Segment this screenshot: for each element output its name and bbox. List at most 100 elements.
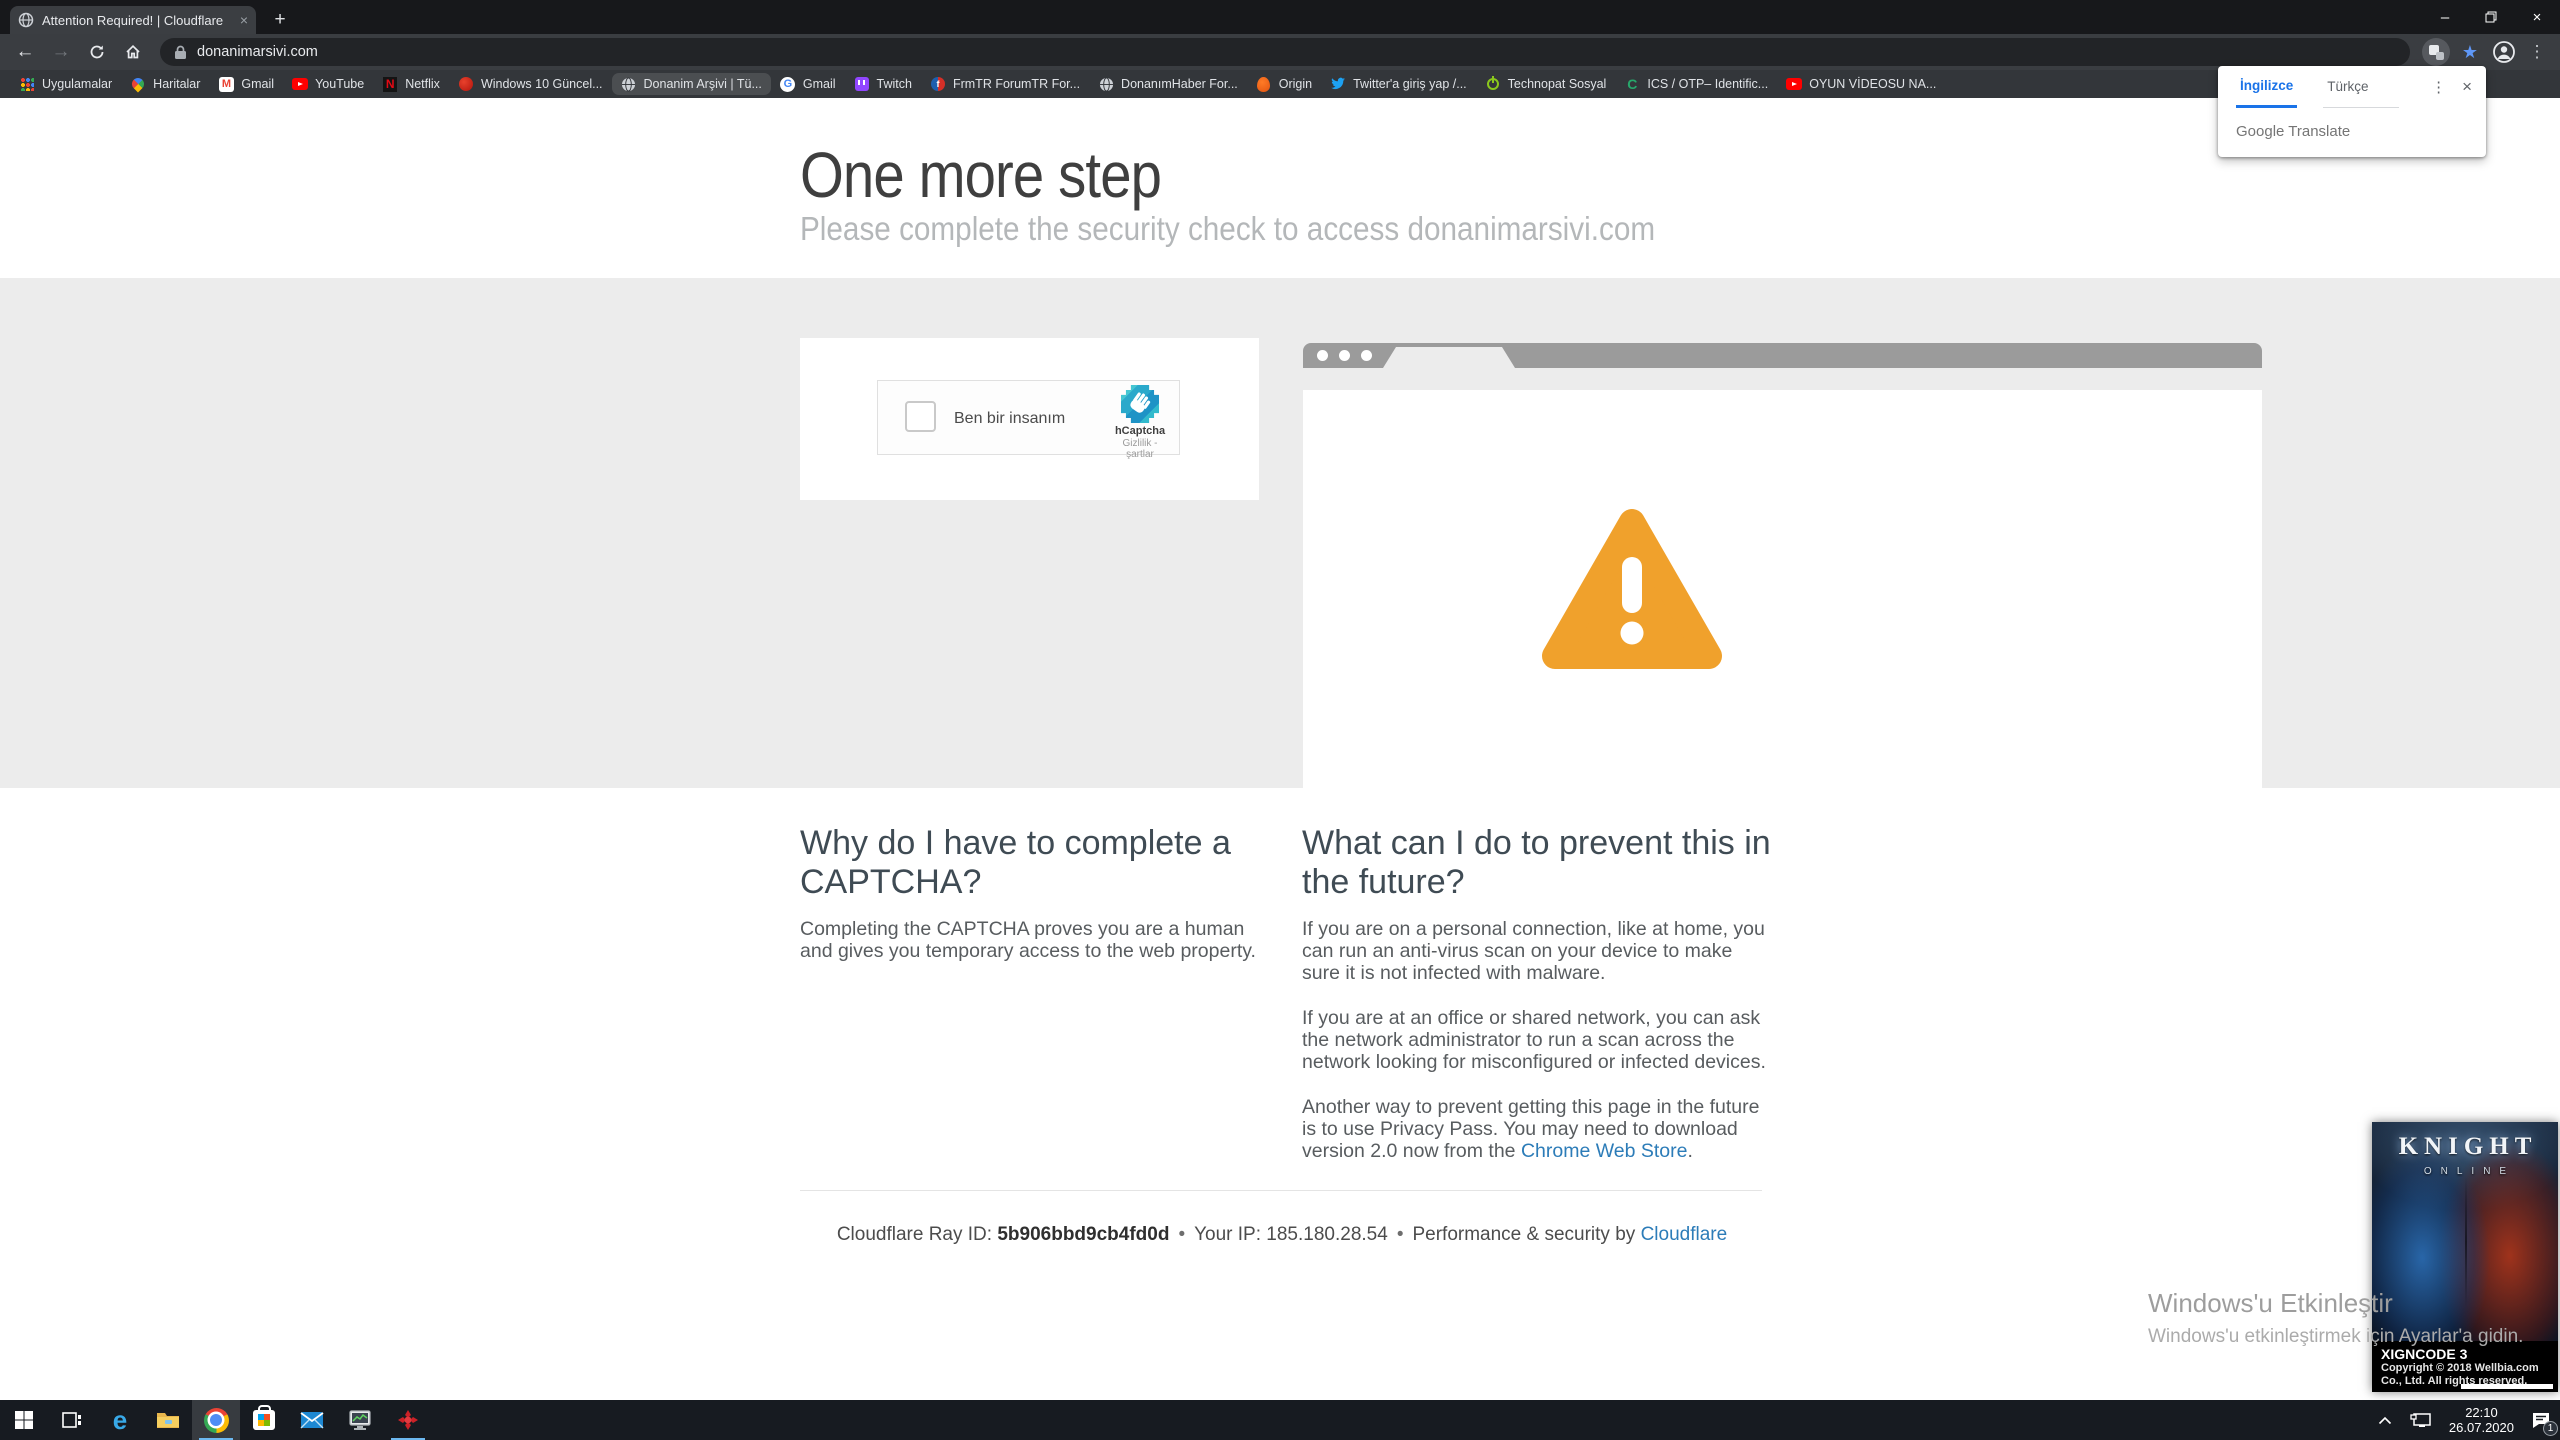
new-tab-button[interactable]: + xyxy=(268,8,292,32)
translate-tab-english[interactable]: İngilizce xyxy=(2236,66,2298,108)
bookmark-ics-otp[interactable]: ICS / OTP– Identific... xyxy=(1615,73,1777,95)
bookmark-donanimhaber[interactable]: DonanımHaber For... xyxy=(1089,73,1247,95)
twitter-icon xyxy=(1330,76,1346,92)
hcaptcha-checkbox-label: Ben bir insanım xyxy=(954,409,1066,427)
power-icon xyxy=(1485,76,1501,92)
back-icon[interactable]: ← xyxy=(10,37,40,67)
bookmark-apps[interactable]: Uygulamalar xyxy=(10,73,121,95)
page-subtitle: Please complete the security check to ac… xyxy=(800,210,1656,247)
mockup-tab-shape xyxy=(1383,347,1515,368)
prevent-paragraph-1: If you are on a personal connection, lik… xyxy=(1302,918,1765,984)
bookmark-donanim-arsivi[interactable]: Donanim Arşivi | Tü... xyxy=(611,73,771,95)
minimize-button[interactable]: – xyxy=(2422,0,2468,34)
footer-divider xyxy=(800,1190,1762,1191)
twitch-icon xyxy=(854,76,870,92)
bookmark-star-icon[interactable]: ★ xyxy=(2456,42,2484,63)
mail-icon[interactable] xyxy=(288,1400,336,1440)
loading-bar xyxy=(2461,1384,2553,1389)
reload-icon[interactable] xyxy=(82,37,112,67)
network-icon[interactable] xyxy=(2401,1400,2441,1440)
browser-toolbar: ← → donanimarsivi.com ★ ⋮ xyxy=(0,34,2560,70)
windows-activation-watermark: Windows'u Etkinleştir Windows'u etkinleş… xyxy=(2148,1288,2524,1347)
system-monitor-icon[interactable] xyxy=(336,1400,384,1440)
maps-pin-icon xyxy=(129,75,147,93)
chrome-icon[interactable] xyxy=(192,1400,240,1440)
bookmark-technopat[interactable]: Technopat Sosyal xyxy=(1476,73,1616,95)
tab-favicon-globe-icon xyxy=(18,12,34,28)
translate-close-icon[interactable]: × xyxy=(2462,77,2472,97)
bookmark-gmail[interactable]: Gmail xyxy=(209,73,283,95)
windows-taskbar: e 22:10 26.07.2020 1 xyxy=(0,1400,2560,1440)
page-title: One more step xyxy=(800,139,1162,211)
translate-tab-turkish[interactable]: Türkçe xyxy=(2323,66,2399,108)
file-explorer-icon[interactable] xyxy=(144,1400,192,1440)
bookmark-twitter[interactable]: Twitter'a giriş yap /... xyxy=(1321,73,1476,95)
captcha-panel: Ben bir insanım hCaptcha Gizlilik - şart… xyxy=(800,338,1259,500)
tab-strip: Attention Required! | Cloudflare × + – × xyxy=(0,0,2560,34)
task-view-button[interactable] xyxy=(48,1400,96,1440)
apps-grid-icon xyxy=(19,76,35,92)
why-captcha-heading: Why do I have to complete a CAPTCHA? xyxy=(800,824,1231,901)
address-bar[interactable]: donanimarsivi.com xyxy=(160,38,2410,66)
bookmark-frmtr[interactable]: FrmTR ForumTR For... xyxy=(921,73,1089,95)
forward-icon: → xyxy=(51,41,71,62)
xpadder-icon[interactable] xyxy=(384,1400,432,1440)
cloudflare-challenge-page: One more step Please complete the securi… xyxy=(0,98,2560,1400)
warning-triangle-icon xyxy=(1541,506,1723,675)
start-button[interactable] xyxy=(0,1400,48,1440)
browser-mockup-content xyxy=(1303,390,2262,788)
profile-avatar-icon[interactable] xyxy=(2490,38,2518,66)
globe-icon xyxy=(1098,76,1114,92)
restore-button[interactable] xyxy=(2468,0,2514,34)
bookmark-netflix[interactable]: Netflix xyxy=(373,73,449,95)
bookmark-youtube[interactable]: YouTube xyxy=(283,73,373,95)
microsoft-store-icon[interactable] xyxy=(240,1400,288,1440)
bookmark-windows10[interactable]: Windows 10 Güncel... xyxy=(449,73,612,95)
google-g-icon xyxy=(780,76,796,92)
hcaptcha-logo-icon[interactable] xyxy=(1121,385,1159,423)
browser-tab[interactable]: Attention Required! | Cloudflare × xyxy=(10,6,256,34)
browser-menu-icon[interactable]: ⋮ xyxy=(2524,42,2550,62)
desktop: Attention Required! | Cloudflare × + – ×… xyxy=(0,0,2560,1440)
prevent-paragraph-2: If you are at an office or shared networ… xyxy=(1302,1007,1766,1073)
cloudflare-link[interactable]: Cloudflare xyxy=(1641,1224,1728,1245)
hcaptcha-privacy-links[interactable]: Gizlilik - şartlar xyxy=(1111,438,1169,460)
why-captcha-section: Why do I have to complete a CAPTCHA? Com… xyxy=(800,824,1260,962)
home-icon[interactable] xyxy=(118,37,148,67)
bookmark-gmail-2[interactable]: Gmail xyxy=(771,73,845,95)
hcaptcha-brand: hCaptcha xyxy=(1114,425,1166,437)
bookmark-origin[interactable]: Origin xyxy=(1247,73,1321,95)
translate-tabs: İngilizce Türkçe ⋮ × xyxy=(2218,66,2486,108)
origin-icon xyxy=(1256,76,1272,92)
chrome-web-store-link[interactable]: Chrome Web Store xyxy=(1521,1140,1688,1162)
system-tray: 22:10 26.07.2020 1 xyxy=(2369,1400,2560,1440)
tab-close-icon[interactable]: × xyxy=(240,13,248,27)
action-center-icon[interactable]: 1 xyxy=(2522,1400,2560,1440)
red-circle-icon xyxy=(458,76,474,92)
clock-time: 22:10 xyxy=(2465,1405,2498,1420)
netflix-icon xyxy=(382,76,398,92)
frmtr-icon xyxy=(930,76,946,92)
notification-badge: 1 xyxy=(2543,1421,2558,1436)
edge-icon[interactable]: e xyxy=(96,1400,144,1440)
bookmarks-bar: Uygulamalar Haritalar Gmail YouTube Netf… xyxy=(0,70,2560,98)
taskbar-clock[interactable]: 22:10 26.07.2020 xyxy=(2441,1405,2522,1435)
bookmark-oyun-videosu[interactable]: OYUN VİDEOSU NA... xyxy=(1777,73,1945,95)
bookmark-maps[interactable]: Haritalar xyxy=(121,73,209,95)
bookmark-twitch[interactable]: Twitch xyxy=(845,73,921,95)
url-text[interactable]: donanimarsivi.com xyxy=(197,44,318,60)
browser-mockup-titlebar xyxy=(1303,343,2262,368)
tray-chevron-up-icon[interactable] xyxy=(2369,1400,2401,1440)
translate-extension-icon[interactable] xyxy=(2422,38,2450,66)
why-captcha-body: Completing the CAPTCHA proves you are a … xyxy=(800,918,1256,962)
xigncode-info-strip: XIGNCODE 3 Copyright © 2018 Wellbia.com … xyxy=(2372,1341,2558,1392)
knight-online-window[interactable]: KNIGHT ONLINE XIGNCODE 3 Copyright © 201… xyxy=(2372,1122,2558,1392)
close-window-button[interactable]: × xyxy=(2514,0,2560,34)
c-icon xyxy=(1624,76,1640,92)
hcaptcha-checkbox[interactable] xyxy=(905,401,936,432)
translate-options-icon[interactable]: ⋮ xyxy=(2431,78,2446,96)
tab-title: Attention Required! | Cloudflare xyxy=(42,12,224,28)
https-lock-icon[interactable] xyxy=(174,45,187,60)
hcaptcha-widget: Ben bir insanım hCaptcha Gizlilik - şart… xyxy=(877,380,1180,460)
prevent-heading: What can I do to prevent this in the fut… xyxy=(1302,824,1771,901)
